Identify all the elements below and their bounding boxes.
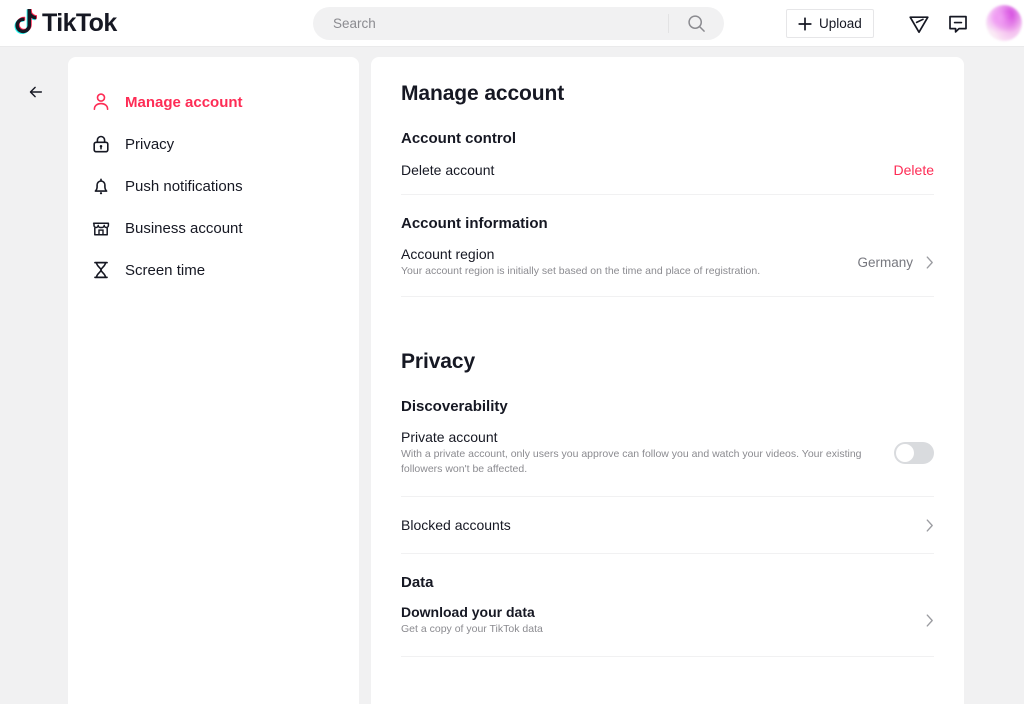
tiktok-note-icon	[14, 9, 37, 34]
row-download-your-data[interactable]: Download your data Get a copy of your Ti…	[401, 604, 934, 655]
plus-icon	[798, 16, 812, 31]
search-input[interactable]	[313, 16, 668, 31]
row-label: Blocked accounts	[401, 517, 511, 534]
tiktok-logo[interactable]: TikTok	[12, 9, 117, 38]
delete-account-link[interactable]: Delete	[894, 162, 934, 178]
sidebar-item-privacy[interactable]: Privacy	[68, 123, 359, 165]
chevron-right-icon	[926, 519, 933, 532]
avatar[interactable]	[986, 5, 1022, 41]
divider	[401, 655, 934, 657]
settings-sidebar: Manage account Privacy Push notification…	[68, 57, 359, 704]
private-account-toggle[interactable]	[894, 441, 934, 464]
sidebar-item-manage-account[interactable]: Manage account	[68, 81, 359, 123]
lock-icon	[93, 135, 109, 153]
divider	[401, 296, 934, 298]
section-title-privacy: Privacy	[401, 350, 476, 374]
settings-content-panel: Manage account Account control Delete ac…	[371, 57, 964, 704]
divider	[401, 194, 934, 195]
row-description: Your account region is initially set bas…	[401, 265, 761, 277]
search-icon	[688, 15, 705, 32]
sidebar-item-screen-time[interactable]: Screen time	[68, 249, 359, 291]
top-navigation-bar: TikTok Upload	[0, 0, 1024, 47]
row-description: With a private account, only users you a…	[401, 448, 862, 475]
row-blocked-accounts[interactable]: Blocked accounts	[401, 497, 934, 553]
section-heading-data: Data	[401, 574, 434, 592]
sidebar-item-label: Business account	[125, 219, 243, 237]
person-icon	[93, 93, 109, 110]
row-delete-account: Delete account Delete	[401, 162, 934, 194]
sidebar-item-business-account[interactable]: Business account	[68, 207, 359, 249]
sidebar-item-label: Screen time	[125, 261, 206, 279]
sidebar-item-label: Privacy	[125, 135, 175, 153]
sidebar-item-label: Manage account	[125, 93, 243, 111]
row-label: Account region	[401, 246, 495, 262]
section-heading-account-control: Account control	[401, 130, 516, 147]
chevron-right-icon	[926, 614, 933, 627]
chevron-right-icon	[926, 256, 933, 269]
arrow-left-icon	[29, 86, 43, 98]
bell-icon	[94, 178, 108, 195]
search-bar[interactable]	[313, 7, 724, 40]
upload-label: Upload	[819, 16, 862, 31]
logo-wordmark: TikTok	[42, 8, 117, 37]
section-heading-discoverability: Discoverability	[401, 398, 508, 416]
account-region-value: Germany	[857, 254, 913, 270]
row-label: Private account	[401, 429, 498, 446]
upload-button[interactable]: Upload	[786, 9, 874, 38]
message-bubble-icon[interactable]	[946, 12, 970, 36]
row-account-region[interactable]: Account region Your account region is in…	[401, 246, 934, 296]
paper-plane-icon[interactable]	[907, 12, 931, 36]
back-button[interactable]	[20, 76, 52, 108]
row-description: Get a copy of your TikTok data	[401, 623, 543, 636]
hourglass-icon	[94, 261, 108, 279]
search-submit-button[interactable]	[669, 7, 724, 40]
storefront-icon	[92, 222, 110, 236]
section-heading-account-information: Account information	[401, 215, 548, 232]
sidebar-item-push-notifications[interactable]: Push notifications	[68, 165, 359, 207]
page-title: Manage account	[401, 82, 565, 105]
sidebar-item-label: Push notifications	[125, 177, 243, 195]
section-title-push-notifications: Push notifications	[401, 682, 934, 704]
row-label: Delete account	[401, 162, 495, 178]
toggle-knob	[896, 443, 914, 462]
row-private-account: Private account With a private account, …	[401, 429, 934, 496]
row-label: Download your data	[401, 604, 535, 621]
divider	[401, 553, 934, 555]
